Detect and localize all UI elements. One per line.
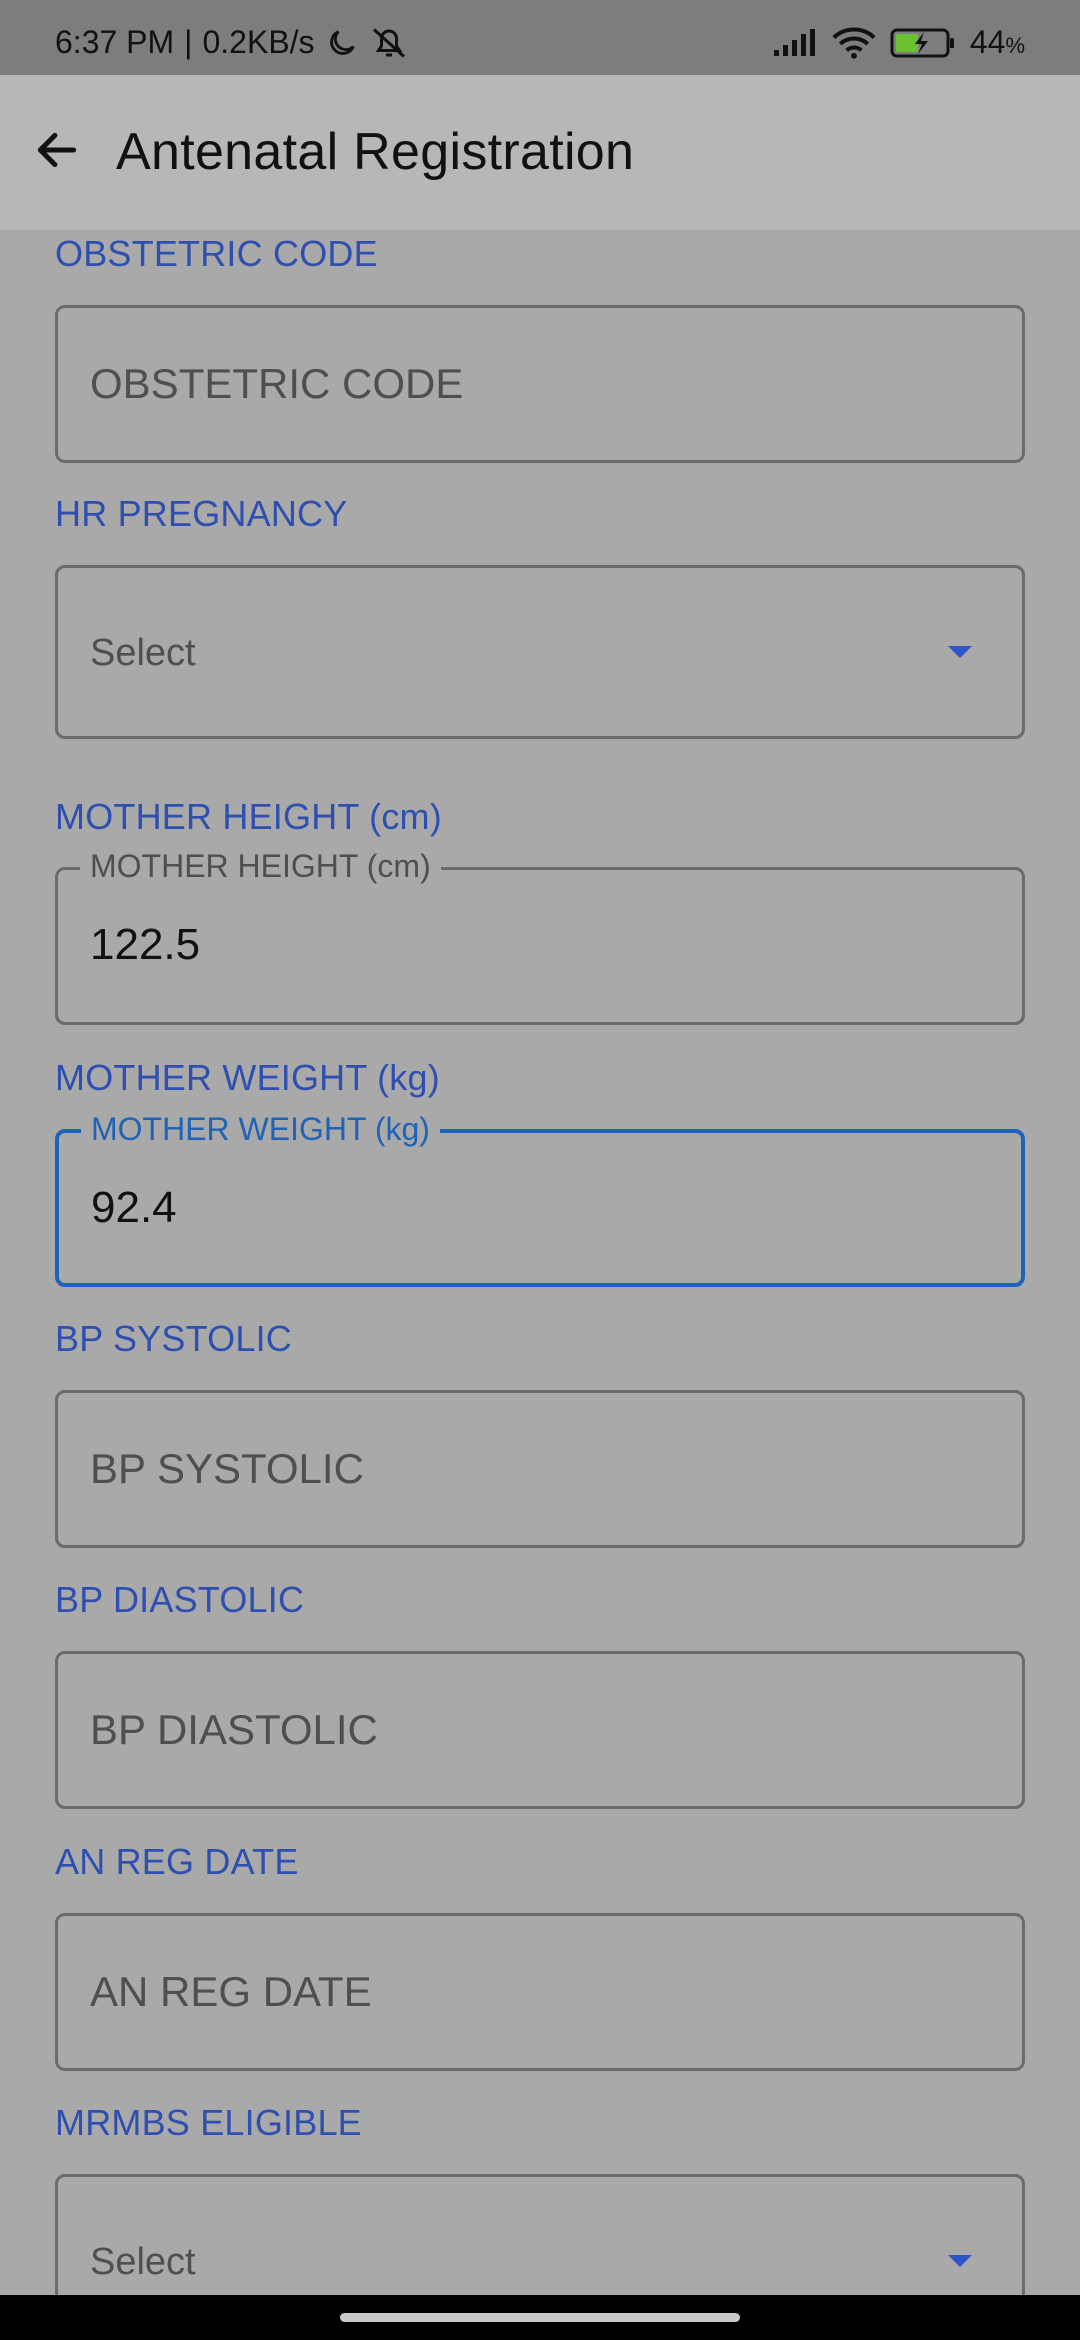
registration-form: OBSTETRIC CODE OBSTETRIC CODE HR PREGNAN… bbox=[0, 230, 1080, 2295]
network-speed: 0.2KB/s bbox=[202, 24, 315, 60]
obstetric-code-field[interactable]: OBSTETRIC CODE bbox=[55, 305, 1025, 463]
status-time: 6:37 PM bbox=[55, 24, 175, 60]
signal-icon bbox=[772, 28, 818, 58]
bp-systolic-field[interactable]: BP SYSTOLIC bbox=[55, 1390, 1025, 1548]
battery-charging-icon bbox=[890, 27, 956, 59]
hr-pregnancy-selected-value: Select bbox=[90, 632, 196, 674]
bp-diastolic-label: BP DIASTOLIC bbox=[55, 1579, 305, 1620]
mother-height-field[interactable]: MOTHER HEIGHT (cm) 122.5 bbox=[55, 848, 1025, 1025]
mrmbs-eligible-selected-value: Select bbox=[90, 2241, 196, 2283]
mother-height-floating-label: MOTHER HEIGHT (cm) bbox=[80, 848, 441, 885]
app-bar: Antenatal Registration bbox=[0, 75, 1080, 230]
mother-height-label: MOTHER HEIGHT (cm) bbox=[55, 796, 442, 837]
arrow-left-icon bbox=[32, 125, 82, 175]
bp-systolic-placeholder: BP SYSTOLIC bbox=[90, 1445, 364, 1492]
battery-unit: % bbox=[1005, 33, 1025, 58]
obstetric-code-placeholder: OBSTETRIC CODE bbox=[90, 360, 464, 407]
an-reg-date-label: AN REG DATE bbox=[55, 1841, 299, 1882]
hr-pregnancy-label: HR PREGNANCY bbox=[55, 493, 348, 534]
mother-weight-label: MOTHER WEIGHT (kg) bbox=[55, 1057, 440, 1098]
moon-icon bbox=[325, 26, 359, 60]
mrmbs-eligible-select[interactable]: Select bbox=[55, 2174, 1025, 2295]
dropdown-caret-icon bbox=[948, 646, 972, 658]
an-reg-date-placeholder: AN REG DATE bbox=[90, 1968, 372, 2015]
status-bar: 6:37 PM | 0.2KB/s 44% bbox=[0, 0, 1080, 75]
battery-percent: 44% bbox=[969, 24, 1025, 60]
mother-weight-value: 92.4 bbox=[91, 1183, 177, 1232]
an-reg-date-field[interactable]: AN REG DATE bbox=[55, 1913, 1025, 2071]
page-title: Antenatal Registration bbox=[116, 123, 635, 181]
hr-pregnancy-select[interactable]: Select bbox=[55, 565, 1025, 739]
mrmbs-eligible-label: MRMBS ELIGIBLE bbox=[55, 2102, 362, 2143]
bp-systolic-label: BP SYSTOLIC bbox=[55, 1318, 292, 1359]
mother-weight-field[interactable]: MOTHER WEIGHT (kg) 92.4 bbox=[55, 1111, 1025, 1287]
bell-off-icon bbox=[369, 25, 409, 61]
wifi-icon bbox=[832, 26, 876, 60]
bp-diastolic-field[interactable]: BP DIASTOLIC bbox=[55, 1651, 1025, 1809]
obstetric-code-label: OBSTETRIC CODE bbox=[55, 233, 378, 274]
bp-diastolic-placeholder: BP DIASTOLIC bbox=[90, 1706, 378, 1753]
mother-weight-floating-label: MOTHER WEIGHT (kg) bbox=[81, 1111, 440, 1148]
mother-height-value: 122.5 bbox=[90, 920, 201, 969]
status-separator: | bbox=[184, 24, 193, 60]
back-button[interactable] bbox=[22, 115, 92, 185]
dropdown-caret-icon bbox=[948, 2255, 972, 2267]
home-indicator[interactable] bbox=[340, 2313, 740, 2322]
